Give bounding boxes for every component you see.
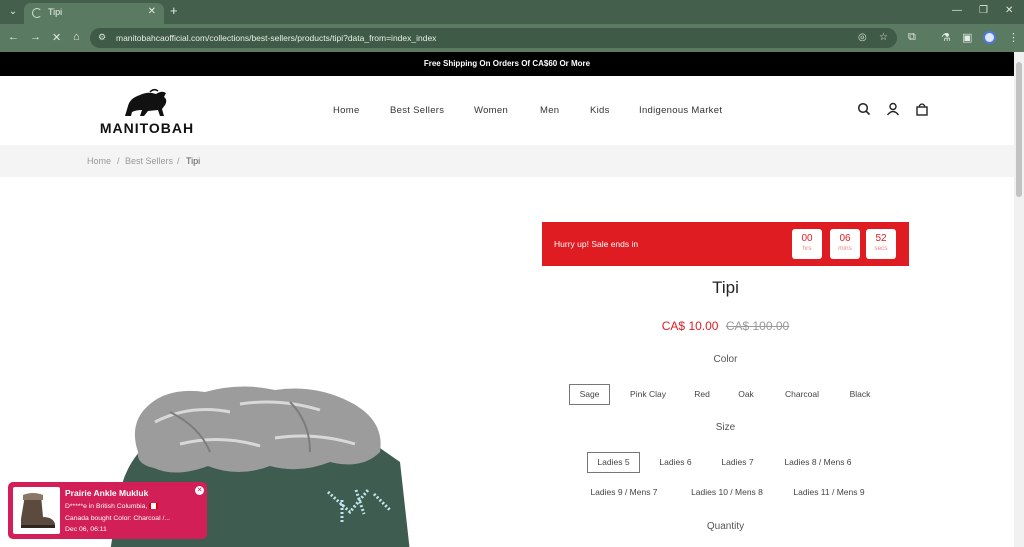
site-logo[interactable]: MANITOBAH: [92, 88, 202, 136]
web-page: Free Shipping On Orders Of CA$60 Or More…: [0, 52, 1014, 547]
nav-men[interactable]: Men: [540, 105, 559, 116]
popup-close-icon[interactable]: ✕: [195, 486, 204, 495]
color-label: Color: [713, 354, 738, 365]
size-option-ladies-5[interactable]: Ladies 5: [587, 452, 640, 473]
browser-tab[interactable]: Tipi ✕: [24, 3, 164, 24]
labs-flask-icon[interactable]: ⚗: [941, 31, 951, 44]
countdown-label: Hurry up! Sale ends in: [554, 239, 639, 249]
breadcrumb-separator: /: [177, 156, 180, 166]
browser-tab-bar: ⌄ Tipi ✕ + — ❐ ✕: [0, 0, 1024, 24]
original-price: CA$ 100.00: [725, 319, 790, 333]
page-scrollbar[interactable]: [1014, 52, 1024, 547]
color-option-red[interactable]: Red: [688, 384, 716, 405]
recent-purchase-popup[interactable]: Prairie Ankle Mukluk D*****e in British …: [8, 482, 207, 539]
tab-search-icon[interactable]: ⌄: [5, 4, 21, 20]
nav-indigenous-market[interactable]: Indigenous Market: [639, 105, 722, 116]
popup-title: Prairie Ankle Mukluk: [65, 488, 149, 498]
extensions-icon[interactable]: ⧉: [908, 31, 916, 44]
close-tab-icon[interactable]: ✕: [148, 6, 156, 17]
countdown-hours: 00 hrs: [792, 229, 822, 259]
bookmark-star-icon[interactable]: ☆: [879, 32, 888, 43]
sale-price: CA$ 10.00: [661, 319, 719, 333]
tab-title: Tipi: [48, 7, 63, 17]
stop-loading-icon[interactable]: ✕: [52, 31, 61, 44]
bison-logo-icon: [125, 88, 167, 116]
canada-flag-icon: [149, 503, 159, 510]
side-panel-icon[interactable]: ▣: [962, 31, 972, 44]
boot-image-icon: [21, 493, 55, 528]
nav-home[interactable]: Home: [333, 105, 360, 116]
back-icon[interactable]: ←: [8, 31, 19, 43]
popup-time: Dec 06, 06:11: [65, 526, 107, 533]
loading-spinner-icon: [32, 8, 42, 18]
product-price: CA$ 10.00 CA$ 100.00: [542, 319, 909, 333]
size-option-ladies-9-mens-7[interactable]: Ladies 9 / Mens 7: [583, 482, 665, 503]
scrollbar-thumb[interactable]: [1016, 62, 1022, 197]
size-label: Size: [715, 422, 736, 433]
color-option-black[interactable]: Black: [844, 384, 876, 405]
logo-text: MANITOBAH: [99, 120, 195, 136]
size-option-ladies-8-mens-6[interactable]: Ladies 8 / Mens 6: [777, 452, 859, 473]
nav-kids[interactable]: Kids: [590, 105, 610, 116]
size-option-ladies-10-mens-8[interactable]: Ladies 10 / Mens 8: [683, 482, 771, 503]
breadcrumb-home[interactable]: Home: [87, 156, 111, 166]
eye-off-icon[interactable]: ◎: [858, 32, 867, 43]
site-info-icon[interactable]: ⚙: [98, 32, 106, 43]
breadcrumb-current: Tipi: [186, 156, 201, 166]
profile-avatar-icon[interactable]: [983, 31, 996, 44]
cart-icon[interactable]: [915, 102, 929, 116]
new-tab-icon[interactable]: +: [170, 4, 178, 18]
popup-line-2: Canada bought Color: Charcoal /...: [65, 515, 171, 522]
size-option-ladies-11-mens-9[interactable]: Ladies 11 / Mens 9: [785, 482, 873, 503]
site-header: MANITOBAH Home Best Sellers Women Men Ki…: [0, 76, 1014, 145]
popup-line-1: D*****e in British Columbia,: [65, 503, 159, 510]
countdown-seconds: 52 secs: [866, 229, 896, 259]
color-option-pink-clay[interactable]: Pink Clay: [624, 384, 672, 405]
color-option-sage[interactable]: Sage: [569, 384, 610, 405]
minimize-icon[interactable]: —: [952, 5, 962, 16]
search-icon[interactable]: [857, 102, 871, 116]
close-window-icon[interactable]: ✕: [1005, 5, 1013, 16]
product-title: Tipi: [712, 278, 739, 297]
home-icon[interactable]: ⌂: [73, 31, 80, 43]
popup-product-image[interactable]: [13, 487, 60, 534]
account-icon[interactable]: [886, 102, 900, 116]
nav-best-sellers[interactable]: Best Sellers: [390, 105, 444, 116]
announcement-bar: Free Shipping On Orders Of CA$60 Or More: [0, 52, 1014, 76]
breadcrumb-separator: /: [117, 156, 120, 166]
breadcrumb: Home / Best Sellers / Tipi: [0, 145, 1014, 177]
url-text[interactable]: manitobahcaofficial.com/collections/best…: [116, 33, 436, 43]
breadcrumb-best-sellers[interactable]: Best Sellers: [125, 156, 173, 166]
nav-women[interactable]: Women: [474, 105, 508, 116]
color-option-oak[interactable]: Oak: [732, 384, 760, 405]
browser-toolbar: ← → ✕ ⌂ ⚙ manitobahcaofficial.com/collec…: [0, 24, 1024, 52]
sale-countdown: Hurry up! Sale ends in 00 hrs 06 mins 52 se…: [542, 222, 909, 266]
quantity-label: Quantity: [706, 521, 745, 532]
forward-icon[interactable]: →: [30, 31, 41, 43]
address-bar[interactable]: ⚙ manitobahcaofficial.com/collections/be…: [90, 28, 897, 48]
menu-kebab-icon[interactable]: ⋮: [1008, 31, 1019, 44]
size-option-ladies-7[interactable]: Ladies 7: [715, 452, 760, 473]
restore-icon[interactable]: ❐: [979, 5, 988, 16]
countdown-minutes: 06 mins: [830, 229, 860, 259]
color-option-charcoal[interactable]: Charcoal: [778, 384, 826, 405]
size-option-ladies-6[interactable]: Ladies 6: [653, 452, 698, 473]
